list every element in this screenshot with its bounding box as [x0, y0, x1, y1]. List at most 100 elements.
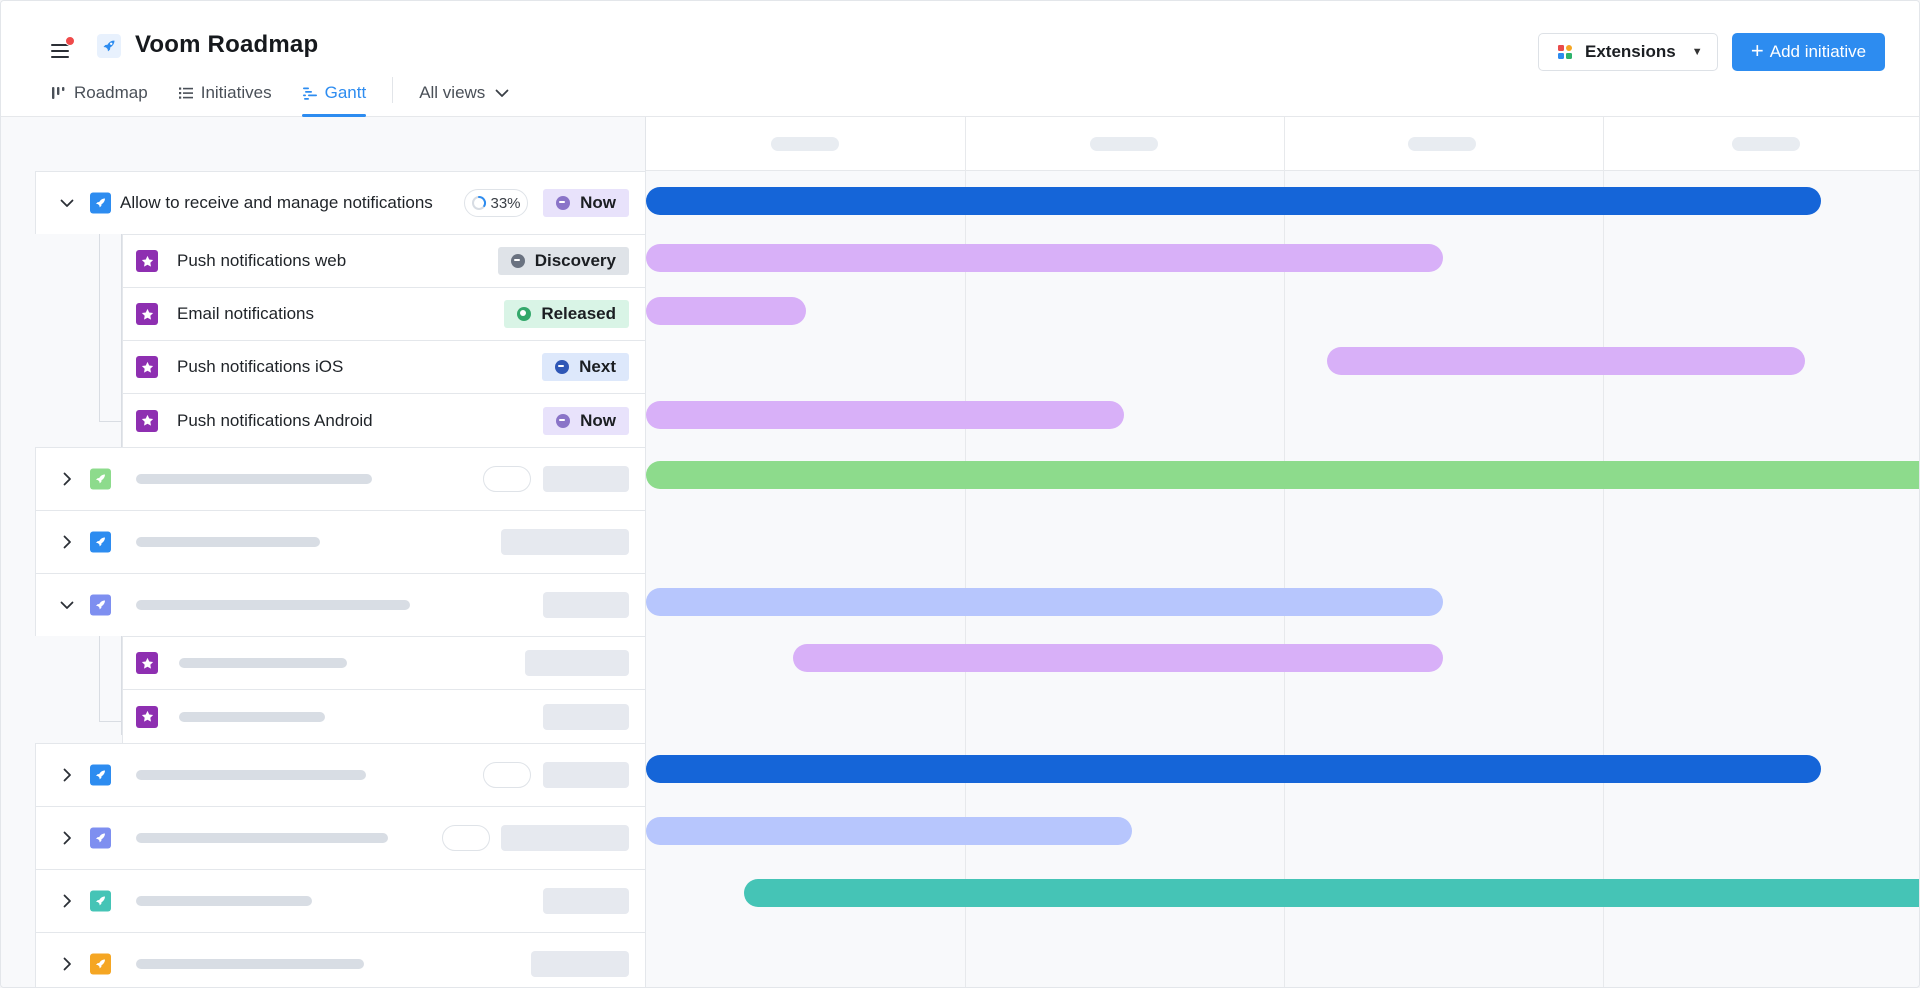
status-placeholder [501, 825, 629, 851]
gantt-icon [302, 87, 317, 100]
title-placeholder [136, 600, 410, 610]
initiatives-list: Allow to receive and manage notification… [1, 117, 646, 987]
star-icon [136, 705, 158, 728]
menu-button[interactable] [47, 36, 75, 62]
tree-line [99, 721, 122, 722]
initiative-row-placeholder[interactable] [35, 806, 646, 869]
app-window: Voom Roadmap Extensions ▼ + Add initiati… [0, 0, 1920, 988]
status-placeholder [531, 950, 629, 977]
progress-placeholder [483, 466, 531, 492]
chevron-right-icon[interactable] [58, 892, 76, 910]
star-icon [136, 250, 158, 272]
rocket-icon [90, 953, 111, 974]
title-placeholder [136, 958, 364, 969]
status-released-icon [517, 307, 532, 321]
gantt-timeline [646, 117, 1919, 987]
tree-line [99, 631, 100, 721]
progress-ring-icon [472, 196, 487, 210]
gantt-bar[interactable] [744, 879, 1919, 907]
tab-initiatives[interactable]: Initiatives [178, 79, 272, 117]
caret-down-icon: ▼ [1691, 46, 1703, 58]
gantt-bar-initiative-notifications[interactable] [646, 187, 1821, 215]
chevron-down-icon[interactable] [58, 194, 76, 212]
chevron-right-icon[interactable] [58, 766, 76, 784]
tab-roadmap[interactable]: Roadmap [51, 79, 148, 117]
rocket-icon [90, 764, 111, 786]
status-badge[interactable]: Now [543, 189, 629, 217]
gantt-bar[interactable] [646, 588, 1443, 616]
feature-title: Push notifications web [177, 251, 347, 270]
gantt-bar-push-android[interactable] [646, 401, 1124, 429]
tab-gantt[interactable]: Gantt [301, 79, 366, 117]
status-badge[interactable]: Discovery [497, 247, 629, 275]
status-now-icon [556, 413, 571, 428]
tab-roadmap-label: Roadmap [74, 83, 148, 102]
title-placeholder [179, 658, 347, 668]
status-badge[interactable]: Released [504, 300, 629, 328]
rocket-icon [90, 827, 111, 849]
gantt-bar[interactable] [646, 461, 1919, 489]
progress-placeholder [483, 762, 531, 788]
star-icon [136, 409, 158, 432]
timeline-gridline [1603, 117, 1604, 987]
status-label: Now [580, 410, 616, 430]
all-views-dropdown[interactable]: All views [419, 79, 509, 117]
status-label: Released [541, 304, 616, 323]
extensions-button[interactable]: Extensions ▼ [1538, 33, 1718, 71]
initiative-row-placeholder[interactable] [35, 932, 646, 987]
chevron-right-icon[interactable] [58, 829, 76, 847]
gantt-bar[interactable] [793, 644, 1443, 672]
progress-badge: 33% [464, 189, 528, 217]
feature-title: Push notifications Android [177, 410, 373, 430]
extensions-icon [1558, 45, 1572, 59]
title-placeholder [136, 896, 312, 906]
feature-title: Email notifications [177, 304, 315, 323]
rocket-icon [90, 890, 111, 912]
tab-initiatives-label: Initiatives [200, 83, 272, 102]
initiative-row-placeholder[interactable] [35, 447, 646, 510]
gantt-bar-push-ios[interactable] [1327, 347, 1805, 375]
feature-row[interactable]: Push notifications iOS Next [122, 340, 646, 393]
feature-row-placeholder[interactable] [122, 636, 646, 689]
status-badge[interactable]: Next [542, 353, 629, 381]
gantt-bar[interactable] [646, 755, 1821, 783]
chevron-down-icon[interactable] [58, 596, 76, 614]
status-placeholder [525, 650, 629, 676]
status-placeholder [543, 703, 629, 730]
app-title: Voom Roadmap [135, 31, 319, 58]
star-icon [136, 652, 158, 674]
initiative-row-placeholder[interactable] [35, 743, 646, 806]
initiative-row-placeholder[interactable] [35, 510, 646, 573]
all-views-label: All views [419, 83, 486, 102]
title-placeholder [136, 833, 388, 843]
chevron-right-icon[interactable] [58, 470, 76, 488]
feature-row-placeholder[interactable] [122, 689, 646, 743]
initiative-row[interactable]: Allow to receive and manage notification… [35, 171, 646, 234]
gantt-bar-email[interactable] [646, 297, 806, 325]
initiative-row-placeholder[interactable] [35, 869, 646, 932]
initiative-title: Allow to receive and manage notification… [120, 193, 433, 212]
status-label: Discovery [534, 251, 616, 270]
title-placeholder [136, 537, 320, 547]
status-placeholder [501, 529, 629, 555]
chevron-right-icon[interactable] [58, 533, 76, 551]
tab-divider [392, 77, 394, 103]
initiative-row-placeholder[interactable] [35, 573, 646, 636]
status-placeholder [543, 466, 629, 492]
chevron-right-icon[interactable] [58, 955, 76, 973]
add-initiative-button[interactable]: + Add initiative [1732, 33, 1885, 71]
chevron-down-icon [495, 89, 509, 97]
feature-row[interactable]: Push notifications Android Now [122, 393, 646, 447]
gantt-bar-push-web[interactable] [646, 244, 1443, 272]
rocket-icon [90, 594, 111, 616]
feature-row[interactable]: Email notifications Released [122, 287, 646, 340]
star-icon [136, 356, 158, 378]
extensions-label: Extensions [1585, 42, 1676, 61]
feature-row[interactable]: Push notifications web Discovery [122, 234, 646, 287]
header: Voom Roadmap Extensions ▼ + Add initiati… [1, 1, 1919, 117]
rocket-icon [90, 192, 111, 214]
tree-line [99, 233, 100, 421]
gantt-bar[interactable] [646, 817, 1132, 845]
status-label: Next [579, 357, 616, 376]
status-badge[interactable]: Now [543, 406, 629, 435]
